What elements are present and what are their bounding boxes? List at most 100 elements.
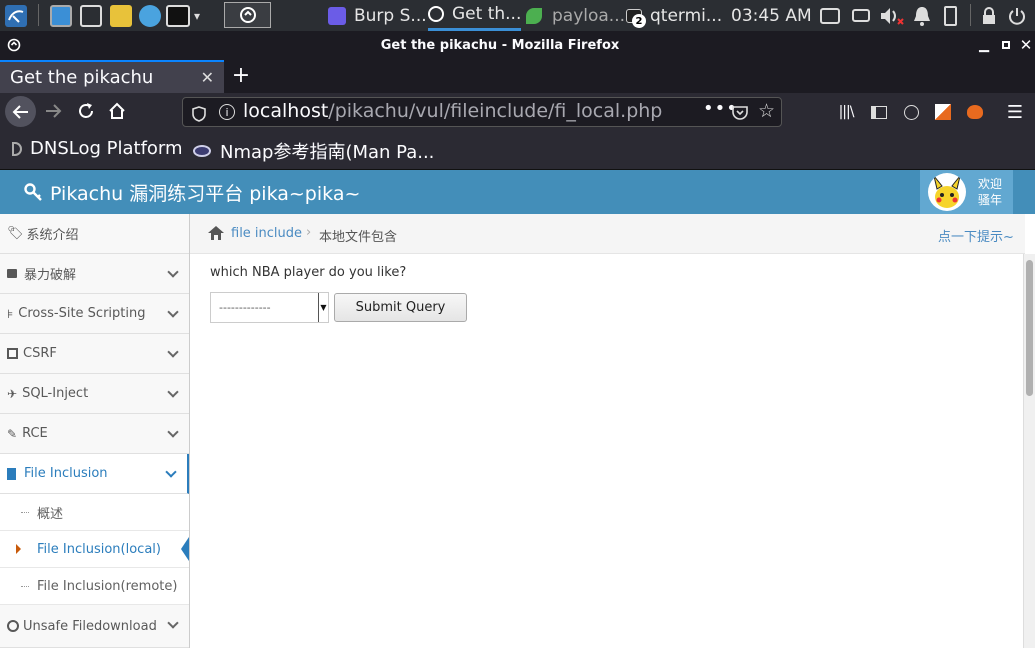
close-window-button[interactable]: ✕ [1018,36,1034,54]
home-button[interactable] [106,101,128,121]
terminal-icon[interactable]: ▾ [166,0,200,31]
tree-line [21,586,29,587]
sidebar-item-sql-inject[interactable]: ✈ SQL-Inject [0,374,189,414]
chevron-down-icon [165,466,177,478]
sidebar-item-file-inclusion[interactable]: File Inclusion [0,454,189,494]
home-icon[interactable] [207,225,225,245]
active-indicator-arrow [181,537,189,561]
new-tab-button[interactable]: + [230,63,252,88]
window-count-badge: 2 [632,14,646,28]
text-editor-icon[interactable] [110,0,132,31]
volume-icon[interactable] [878,0,904,31]
account-icon[interactable] [901,102,921,122]
select-arrow-icon: ▼ [318,293,328,322]
dnslog-favicon-icon [12,141,22,156]
close-tab-icon[interactable]: ✕ [201,68,214,87]
sidebar-subitem-file-inclusion-local[interactable]: File Inclusion(local) [0,531,189,568]
chevron-down-icon [167,386,179,398]
info-icon[interactable]: i [219,104,235,120]
chevron-down-icon [167,426,179,438]
container-extension-icon[interactable] [933,102,953,122]
url-text[interactable]: localhost/pikachu/vul/fileinclude/fi_loc… [243,100,662,122]
avatar [928,173,966,211]
lock-icon[interactable] [981,0,997,31]
site-title[interactable]: Pikachu 漏洞练习平台 pika~pika~ [50,179,360,206]
sidebar-item-rce[interactable]: ✎ RCE [0,414,189,454]
download-circle-icon [7,620,19,632]
caret-right-icon [16,544,21,554]
library-icon[interactable]: |||\ [836,102,856,122]
taskbar-app-firefox[interactable]: Get th... [428,0,522,31]
breadcrumb-separator: › [306,225,312,240]
pencil-icon: ✎ [7,426,18,441]
page-scrollbar[interactable] [1023,254,1035,648]
bookmark-dnslog[interactable]: DNSLog Platform [12,138,183,159]
player-select[interactable]: ------------- ▼ [210,292,329,323]
reload-button[interactable] [76,101,96,121]
window-title: Get the pikachu - Mozilla Firefox [380,37,620,53]
tab-title: Get the pikachu [10,67,154,88]
list-icon: ⊧ [7,306,14,321]
battery-icon[interactable] [944,0,957,31]
bookmarks-toolbar: DNSLog Platform Nmap参考指南(Man Pa... [0,130,1035,170]
question-label: which NBA player do you like? [210,265,407,280]
browser-icon[interactable] [139,0,161,31]
forward-button[interactable] [43,101,63,121]
notification-bell-icon[interactable] [912,0,932,31]
keyboard-icon[interactable] [852,0,870,31]
share-icon [7,348,18,359]
key-icon [24,182,44,206]
taskbar-app-qterminal[interactable]: qtermi... 2 [626,0,722,31]
pocket-icon[interactable] [731,104,749,126]
tree-line [21,512,29,513]
sidebar-subitem-file-inclusion-remote[interactable]: File Inclusion(remote) [0,568,189,605]
sidebar-item-brute-force[interactable]: 暴力破解 [0,254,189,294]
network-icon[interactable] [820,0,840,31]
power-icon[interactable] [1008,0,1026,31]
taskbar-app-payload[interactable]: payloa... [526,0,625,31]
scrollbar-thumb[interactable] [1026,260,1033,396]
user-menu[interactable]: 欢迎 骚年 [920,170,1013,214]
sidebar-item-unsafe-filedownload[interactable]: Unsafe Filedownload [0,605,189,648]
hint-link[interactable]: 点一下提示~ [938,226,1014,245]
chevron-down-icon [167,346,179,358]
chevron-down-icon [167,306,179,318]
sidebar-subitem-overview[interactable]: 概述 [0,494,189,531]
sidebar-item-xss[interactable]: ⊧ Cross-Site Scripting [0,294,189,334]
plane-icon: ✈ [7,386,18,401]
sidebar-item-intro[interactable]: 🏷 系统介绍 [0,214,189,254]
burp-icon [328,6,346,25]
desktop-icon[interactable] [50,0,72,31]
kali-menu-icon[interactable] [4,0,28,31]
url-bar[interactable]: i localhost/pikachu/vul/fileinclude/fi_l… [182,97,782,127]
user-greeting: 欢迎 骚年 [978,177,1003,207]
taskbar-separator [38,4,39,26]
maximize-window-button[interactable] [998,37,1014,53]
bookmark-nmap[interactable]: Nmap参考指南(Man Pa... [193,138,434,164]
tab-strip: Get the pikachu ✕ + [0,59,1035,93]
os-taskbar: ▾ Burp S... Get th... payloa... qtermi..… [0,0,1035,31]
tab-get-the-pikachu[interactable]: Get the pikachu ✕ [0,60,224,93]
hamburger-menu-icon[interactable]: ☰ [1004,102,1026,123]
taskbar-separator [970,4,971,26]
file-manager-icon[interactable] [80,0,102,31]
firefox-workspace-icon[interactable] [224,2,271,28]
taskbar-app-burp[interactable]: Burp S... [328,0,427,31]
minimize-window-button[interactable]: ▁ [976,37,992,53]
navigation-toolbar: i localhost/pikachu/vul/fileinclude/fi_l… [0,93,1035,130]
window-titlebar: Get the pikachu - Mozilla Firefox ▁ ✕ [0,31,1035,59]
shield-icon[interactable] [192,105,206,127]
sidebar-item-csrf[interactable]: CSRF [0,334,189,374]
foxy-proxy-icon[interactable] [965,102,985,122]
submit-query-button[interactable]: Submit Query [334,293,467,322]
breadcrumb-link-file-include[interactable]: file include [231,226,302,241]
sidebar-toggle-icon[interactable] [869,102,889,122]
bookmark-star-icon[interactable]: ☆ [758,100,775,122]
firefox-icon [428,6,444,22]
site-header: Pikachu 漏洞练习平台 pika~pika~ 欢迎 骚年 [0,170,1035,214]
clock[interactable]: 03:45 AM [731,0,812,31]
chevron-down-icon [167,617,179,629]
back-button[interactable] [5,96,36,127]
page-viewport: Pikachu 漏洞练习平台 pika~pika~ 欢迎 骚年 🏷 系统介绍 暴… [0,170,1035,648]
nmap-eye-icon [193,145,211,157]
